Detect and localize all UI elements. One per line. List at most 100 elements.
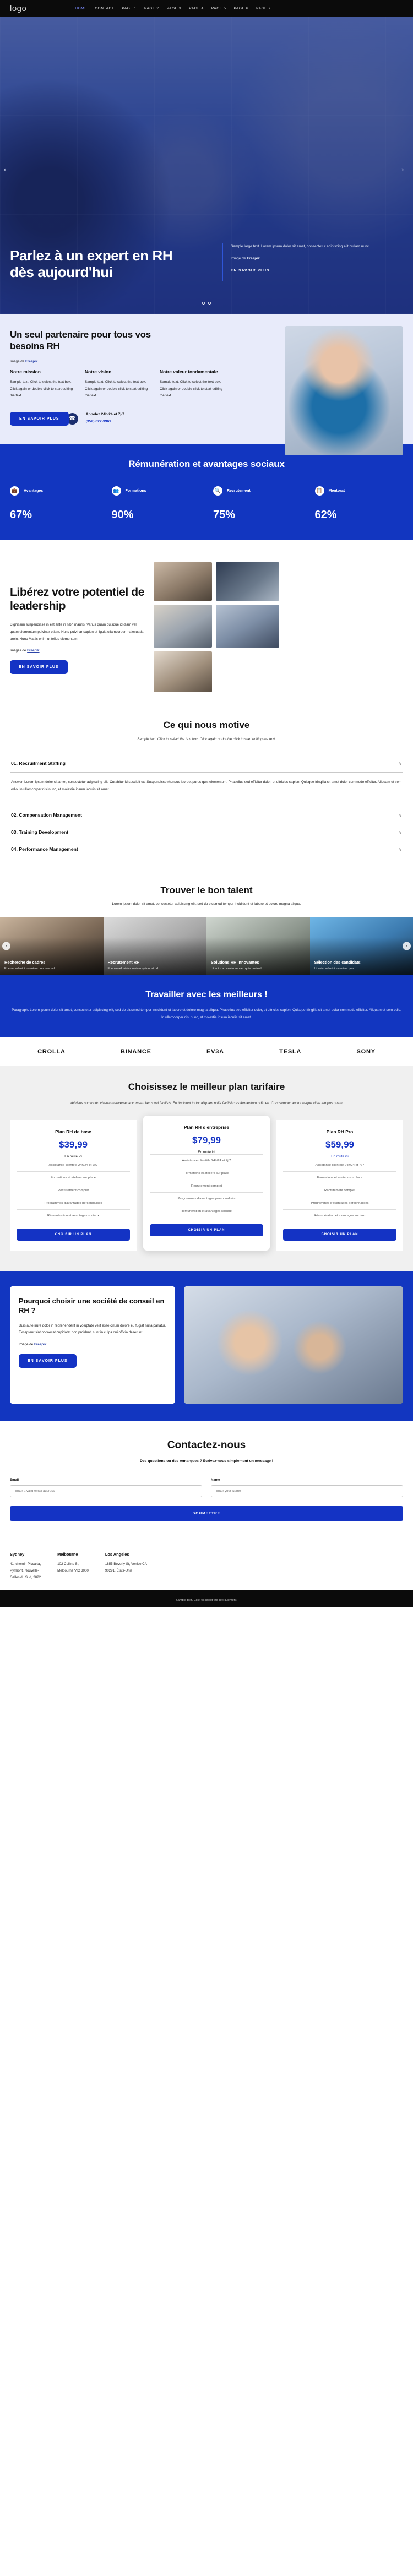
talent-card[interactable]: Sélection des candidats Ut enim ad minim…: [309, 917, 413, 975]
motive-subtitle: Sample text. Click to select the text bo…: [137, 737, 276, 742]
why-learn-more-button[interactable]: EN SAVOIR PLUS: [19, 1354, 77, 1368]
nav-item-page-4[interactable]: PAGE 4: [189, 7, 204, 10]
submit-button[interactable]: SOUMETTRE: [10, 1506, 403, 1521]
plan-name: Plan RH d'entreprise: [183, 1124, 230, 1131]
brand-logo-tesla: TESLA: [279, 1048, 302, 1055]
hero-credit-link[interactable]: Freepik: [247, 257, 259, 260]
footer-address: 102 Collins St, Melbourne VIC 3000: [57, 1562, 89, 1573]
why-card: Pourquoi choisir une société de conseil …: [10, 1286, 175, 1405]
hero-image-credit: Image de Freepik: [231, 257, 373, 260]
talent-prev-icon[interactable]: ‹: [2, 942, 10, 950]
why-image-credit: Image de Freepik: [19, 1343, 166, 1346]
chevron-down-icon[interactable]: ∨: [399, 847, 402, 852]
contact-heading: Contactez-nous: [167, 1439, 246, 1452]
chevron-down-icon[interactable]: ∨: [399, 830, 402, 835]
landing-page: logo HOME CONTACT PAGE 1 PAGE 2 PAGE 3 P…: [0, 0, 413, 1607]
stats-grid: 💼 Avantages 67% 👥 Formations 90% 🔍 Recru…: [10, 486, 403, 521]
footer-bottom-text: Sample text. Click to select the Text El…: [176, 1598, 237, 1602]
partner-photo: [285, 326, 403, 455]
plan-feature: Recrutement complet: [283, 1184, 396, 1197]
talent-card-caption: Et enim ad minim veniam quis nostrud: [107, 967, 158, 971]
partner-credit-prefix: Image de: [10, 360, 26, 364]
plan-feature: Assistance clientèle 24h/24 et 7j/7: [150, 1154, 263, 1167]
plan-feature: Formations et ateliers sur place: [150, 1167, 263, 1180]
stat-label: Formations: [125, 489, 146, 493]
carousel-dot-1[interactable]: [202, 302, 205, 305]
id-card-icon: 📋: [314, 486, 324, 496]
leadership-credit-link[interactable]: Freepik: [27, 649, 39, 653]
plan-name: Plan RH Pro: [326, 1129, 354, 1135]
plan-price: $79,99: [192, 1135, 221, 1146]
email-field[interactable]: [10, 1485, 202, 1498]
footer-bottom-bar: Sample text. Click to select the Text El…: [0, 1589, 413, 1607]
site-logo[interactable]: logo: [10, 4, 26, 13]
stat-avantages: 💼 Avantages 67%: [10, 486, 99, 521]
stat-value: 67%: [10, 509, 32, 521]
nav-item-home[interactable]: HOME: [75, 7, 87, 10]
nav-item-page-6[interactable]: PAGE 6: [233, 7, 248, 10]
stats-section: Rémunération et avantages sociaux 💼 Avan…: [0, 444, 413, 541]
carousel-dot-2[interactable]: [208, 302, 211, 305]
motive-heading: Ce qui nous motive: [163, 720, 250, 731]
accordion-item-4[interactable]: 04. Performance Management ∨: [10, 841, 403, 859]
stat-label: Recrutement: [227, 489, 251, 493]
nav-item-page-1[interactable]: PAGE 1: [122, 7, 137, 10]
search-person-icon: 🔍: [213, 486, 222, 496]
plan-feature: Programmes d'avantages personnalisés: [17, 1197, 130, 1209]
chevron-down-icon[interactable]: ∨: [399, 813, 402, 818]
partner-column-title: Notre mission: [10, 369, 41, 375]
plan-route: En route ici: [64, 1155, 82, 1159]
hero-credit-prefix: Image de: [231, 257, 247, 260]
plan-choose-button[interactable]: CHOISIR UN PLAN: [17, 1229, 130, 1241]
footer-address: 1855 Beverly St, Venice CA 90291, États-…: [105, 1562, 147, 1573]
talent-card-caption: Et enim ad minim veniam quis nostrud: [4, 967, 55, 971]
accordion-item-3[interactable]: 03. Training Development ∨: [10, 824, 403, 842]
nav-item-page-5[interactable]: PAGE 5: [211, 7, 226, 10]
why-credit-link[interactable]: Freepik: [34, 1343, 46, 1346]
leadership-learn-more-button[interactable]: EN SAVOIR PLUS: [10, 660, 68, 675]
partner-phone-number[interactable]: (352) 622-9969: [86, 419, 124, 426]
talent-next-icon[interactable]: ›: [403, 942, 411, 950]
footer-office-melbourne: Melbourne 102 Collins St, Melbourne VIC …: [57, 1552, 89, 1580]
leadership-photo-5: [154, 651, 212, 693]
leadership-photo-6: [216, 651, 279, 692]
plan-route: En route ici: [331, 1155, 349, 1159]
chevron-down-icon[interactable]: ∨: [399, 761, 402, 766]
hero-subtitle: Sample large text. Lorem ipsum dolor sit…: [231, 244, 370, 249]
why-heading: Pourquoi choisir une société de conseil …: [19, 1297, 165, 1314]
accordion-item-2[interactable]: 02. Compensation Management ∨: [10, 807, 403, 825]
stat-label: Mentorat: [328, 489, 345, 493]
plan-feature: Programmes d'avantages personnalisés: [283, 1197, 396, 1209]
footer-city: Sydney: [10, 1552, 25, 1557]
nav-item-page-7[interactable]: PAGE 7: [256, 7, 271, 10]
accordion-title: 03. Training Development: [11, 829, 69, 835]
nav-item-page-2[interactable]: PAGE 2: [144, 7, 159, 10]
hero-cta-link[interactable]: EN SAVOIR PLUS: [231, 269, 270, 275]
top-navigation-bar: logo HOME CONTACT PAGE 1 PAGE 2 PAGE 3 P…: [0, 0, 413, 17]
accordion-title: 01. Recruitment Staffing: [11, 760, 66, 767]
nav-item-contact[interactable]: CONTACT: [95, 7, 114, 10]
why-photo: [184, 1286, 403, 1405]
partner-phone-block: Appelez 24h/24 et 7j/7 (352) 622-9969: [86, 411, 124, 426]
plan-name: Plan RH de base: [55, 1129, 91, 1135]
talent-card[interactable]: Recrutement RH Et enim ad minim veniam q…: [103, 917, 206, 975]
leadership-photo-4: [216, 605, 279, 648]
accordion-item-1[interactable]: 01. Recruitment Staffing ∨: [10, 756, 403, 773]
partner-column-vision: Notre vision Sample text. Click to selec…: [85, 369, 151, 399]
name-field[interactable]: [211, 1485, 403, 1498]
talent-card[interactable]: Solutions RH innovantes Ut enim ad minim…: [206, 917, 310, 975]
plan-choose-button[interactable]: CHOISIR UN PLAN: [150, 1224, 263, 1237]
pricing-heading: Choisissez le meilleur plan tarifaire: [128, 1081, 285, 1092]
partner-credit-link[interactable]: Freepik: [25, 360, 37, 363]
partner-learn-more-button[interactable]: EN SAVOIR PLUS: [10, 411, 69, 426]
talent-card[interactable]: Recherche de cadres Et enim ad minim ven…: [0, 917, 104, 975]
motive-section: Ce qui nous motive Sample text. Click to…: [0, 711, 413, 879]
partner-column-body: Sample text. Click to select the text bo…: [160, 380, 223, 398]
pricing-plan-basic: Plan RH de base $39,99 En route ici Assi…: [10, 1120, 137, 1251]
brand-logo-crolla: CROLLA: [37, 1048, 66, 1055]
leadership-text-block: Libérez votre potentiel de leadership Di…: [10, 562, 145, 692]
carousel-dots[interactable]: [0, 297, 413, 307]
plan-choose-button[interactable]: CHOISIR UN PLAN: [283, 1229, 396, 1241]
nav-item-page-3[interactable]: PAGE 3: [167, 7, 182, 10]
stat-label: Avantages: [24, 489, 44, 493]
